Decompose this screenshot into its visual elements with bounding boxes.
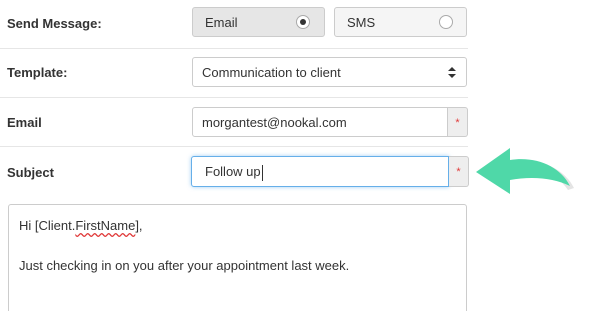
email-option-label: Email xyxy=(205,15,238,30)
subject-row: Subject Follow up * xyxy=(0,147,469,196)
send-message-form: Send Message: Email SMS Template: Commun… xyxy=(0,0,590,311)
message-greeting: Hi [Client.FirstName], xyxy=(19,218,143,233)
subject-required-marker: * xyxy=(449,156,469,187)
template-label: Template: xyxy=(7,65,68,80)
greeting-suffix: ], xyxy=(135,218,143,233)
send-message-row: Send Message: Email SMS xyxy=(0,0,468,49)
subject-input-text: Follow up xyxy=(205,164,263,181)
subject-input[interactable]: Follow up xyxy=(191,156,449,187)
send-message-label: Send Message: xyxy=(7,16,102,31)
email-row: Email morgantest@nookal.com * xyxy=(0,98,468,147)
email-input[interactable]: morgantest@nookal.com xyxy=(192,107,448,137)
radio-dot xyxy=(300,19,306,25)
email-label: Email xyxy=(7,115,42,130)
email-radio-option[interactable]: Email xyxy=(192,7,325,37)
sort-arrows-icon xyxy=(448,67,456,78)
sms-option-label: SMS xyxy=(347,15,376,30)
spellcheck-token: FirstName xyxy=(75,218,136,233)
subject-input-value: Follow up xyxy=(205,164,261,179)
subject-label: Subject xyxy=(7,165,54,180)
radio-unselected-icon[interactable] xyxy=(439,15,453,29)
template-row: Template: Communication to client xyxy=(0,49,468,98)
curved-arrow-icon xyxy=(476,148,574,194)
greeting-prefix: Hi [Client. xyxy=(19,218,76,233)
text-cursor xyxy=(261,164,263,181)
template-select[interactable]: Communication to client xyxy=(192,57,467,87)
email-required-marker: * xyxy=(448,107,468,137)
sms-radio-option[interactable]: SMS xyxy=(334,7,467,37)
message-line: Just checking in on you after your appoi… xyxy=(19,258,350,273)
radio-selected-icon[interactable] xyxy=(296,15,310,29)
email-input-value: morgantest@nookal.com xyxy=(202,115,347,130)
template-select-value: Communication to client xyxy=(202,65,341,80)
message-body-textarea[interactable]: Hi [Client.FirstName], Just checking in … xyxy=(8,204,467,311)
